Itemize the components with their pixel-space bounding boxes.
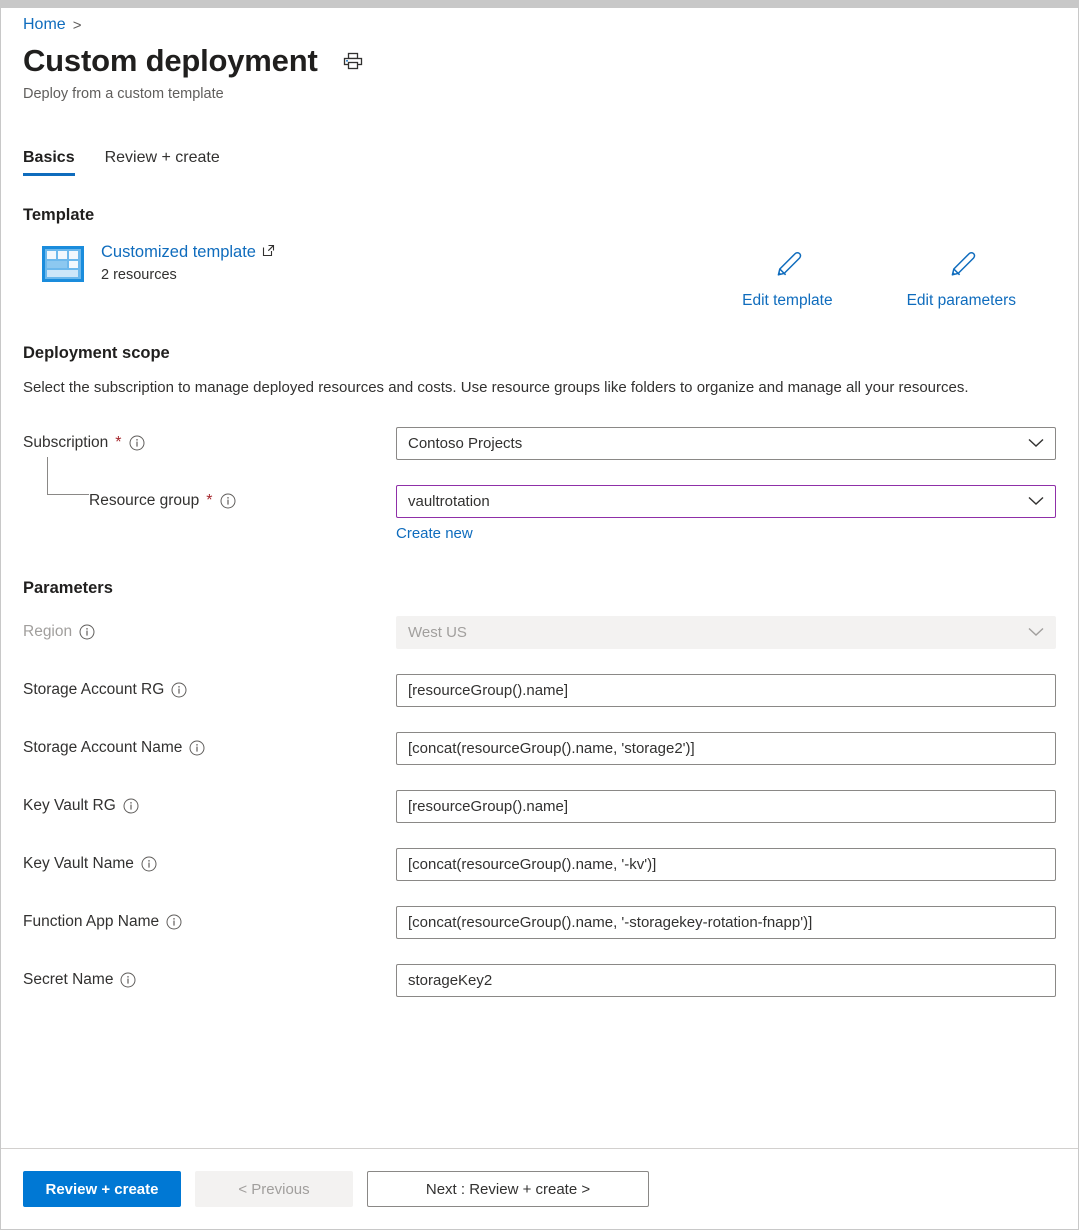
pencil-icon — [946, 249, 976, 284]
storage-account-name-input[interactable] — [396, 732, 1056, 765]
secret-name-label-group: Secret Name — [23, 964, 396, 989]
storage-account-name-control — [396, 732, 1056, 765]
storage-account-rg-label: Storage Account RG — [23, 681, 164, 699]
subscription-label: Subscription — [23, 434, 108, 452]
info-icon[interactable] — [129, 435, 145, 451]
subscription-dropdown[interactable] — [396, 427, 1056, 460]
subscription-control — [396, 427, 1056, 460]
function-app-name-label: Function App Name — [23, 913, 159, 931]
region-select-value — [396, 616, 1056, 649]
key-vault-name-control — [396, 848, 1056, 881]
customized-template-label: Customized template — [101, 243, 256, 262]
tab-basics[interactable]: Basics — [23, 149, 75, 176]
template-info: Customized template 2 resources — [101, 243, 275, 283]
field-row-subscription: Subscription * — [23, 427, 1056, 460]
azure-custom-deployment-blade: Home > Custom deployment Deploy from a c… — [0, 0, 1079, 1230]
create-new-resource-group-link[interactable]: Create new — [396, 525, 473, 542]
template-grid-icon — [41, 243, 85, 290]
info-icon[interactable] — [123, 798, 139, 814]
secret-name-control — [396, 964, 1056, 997]
key-vault-name-label: Key Vault Name — [23, 855, 134, 873]
resource-group-dropdown[interactable] — [396, 485, 1056, 518]
field-row-function-app-name: Function App Name — [23, 906, 1056, 939]
resource-group-select-value[interactable] — [396, 485, 1056, 518]
region-control — [396, 616, 1056, 649]
next-review-create-button[interactable]: Next : Review + create > — [367, 1171, 649, 1207]
edit-parameters-button[interactable]: Edit parameters — [907, 249, 1016, 310]
key-vault-rg-label-group: Key Vault RG — [23, 790, 396, 815]
printer-icon[interactable] — [342, 50, 364, 72]
page-subtitle: Deploy from a custom template — [23, 86, 1056, 102]
pencil-icon — [772, 249, 802, 284]
breadcrumb: Home > — [23, 8, 1056, 34]
secret-name-input[interactable] — [396, 964, 1056, 997]
deployment-scope-title: Deployment scope — [23, 344, 1056, 363]
storage-account-name-label-group: Storage Account Name — [23, 732, 396, 757]
template-section: Template Customi — [23, 206, 1056, 310]
previous-button[interactable]: < Previous — [195, 1171, 353, 1207]
edit-template-button[interactable]: Edit template — [742, 249, 832, 310]
page-title-row: Custom deployment — [23, 44, 1056, 78]
field-row-resource-group: Resource group * — [23, 485, 1056, 543]
resource-group-required-marker: * — [206, 493, 212, 509]
info-icon[interactable] — [189, 740, 205, 756]
field-row-key-vault-rg: Key Vault RG — [23, 790, 1056, 823]
field-row-storage-account-name: Storage Account Name — [23, 732, 1056, 765]
region-label-group: Region — [23, 616, 396, 641]
template-section-title: Template — [23, 206, 1056, 225]
key-vault-name-input[interactable] — [396, 848, 1056, 881]
external-link-icon — [262, 243, 275, 262]
review-create-button[interactable]: Review + create — [23, 1171, 181, 1207]
info-icon[interactable] — [79, 624, 95, 640]
field-row-storage-account-rg: Storage Account RG — [23, 674, 1056, 707]
breadcrumb-separator-icon: > — [73, 17, 82, 34]
storage-account-rg-label-group: Storage Account RG — [23, 674, 396, 699]
parameters-section: Parameters Region — [23, 579, 1056, 997]
template-summary-row: Customized template 2 resources — [23, 243, 1056, 310]
subscription-label-group: Subscription * — [23, 427, 396, 452]
deployment-scope-section: Deployment scope Select the subscription… — [23, 344, 1056, 543]
secret-name-label: Secret Name — [23, 971, 113, 989]
blade-content: Home > Custom deployment Deploy from a c… — [1, 8, 1078, 1148]
region-label: Region — [23, 623, 72, 641]
key-vault-name-label-group: Key Vault Name — [23, 848, 396, 873]
key-vault-rg-control — [396, 790, 1056, 823]
tab-list: Basics Review + create — [23, 149, 1056, 176]
breadcrumb-home-link[interactable]: Home — [23, 16, 66, 34]
info-icon[interactable] — [220, 493, 236, 509]
tab-review-create[interactable]: Review + create — [105, 149, 220, 176]
info-icon[interactable] — [171, 682, 187, 698]
subscription-select-value[interactable] — [396, 427, 1056, 460]
info-icon[interactable] — [141, 856, 157, 872]
template-edit-actions: Edit template Edit parameters — [742, 243, 1056, 310]
field-row-secret-name: Secret Name — [23, 964, 1056, 997]
function-app-name-input[interactable] — [396, 906, 1056, 939]
resource-group-control: Create new — [396, 485, 1056, 543]
info-icon[interactable] — [166, 914, 182, 930]
info-icon[interactable] — [120, 972, 136, 988]
function-app-name-label-group: Function App Name — [23, 906, 396, 931]
resource-group-label-group: Resource group * — [23, 485, 396, 510]
function-app-name-control — [396, 906, 1056, 939]
template-resource-count: 2 resources — [101, 267, 275, 283]
region-dropdown — [396, 616, 1056, 649]
resource-group-label: Resource group — [89, 492, 199, 510]
subscription-required-marker: * — [115, 435, 121, 451]
customized-template-link[interactable]: Customized template — [101, 243, 275, 262]
field-row-key-vault-name: Key Vault Name — [23, 848, 1056, 881]
edit-template-label: Edit template — [742, 292, 832, 310]
edit-parameters-label: Edit parameters — [907, 292, 1016, 310]
storage-account-rg-control — [396, 674, 1056, 707]
deployment-scope-description: Select the subscription to manage deploy… — [23, 377, 1008, 399]
page-title: Custom deployment — [23, 44, 318, 78]
blade-footer: Review + create < Previous Next : Review… — [1, 1148, 1078, 1229]
key-vault-rg-label: Key Vault RG — [23, 797, 116, 815]
storage-account-rg-input[interactable] — [396, 674, 1056, 707]
hierarchy-elbow-connector — [47, 457, 89, 495]
parameters-section-title: Parameters — [23, 579, 1056, 598]
key-vault-rg-input[interactable] — [396, 790, 1056, 823]
field-row-region: Region — [23, 616, 1056, 649]
storage-account-name-label: Storage Account Name — [23, 739, 182, 757]
